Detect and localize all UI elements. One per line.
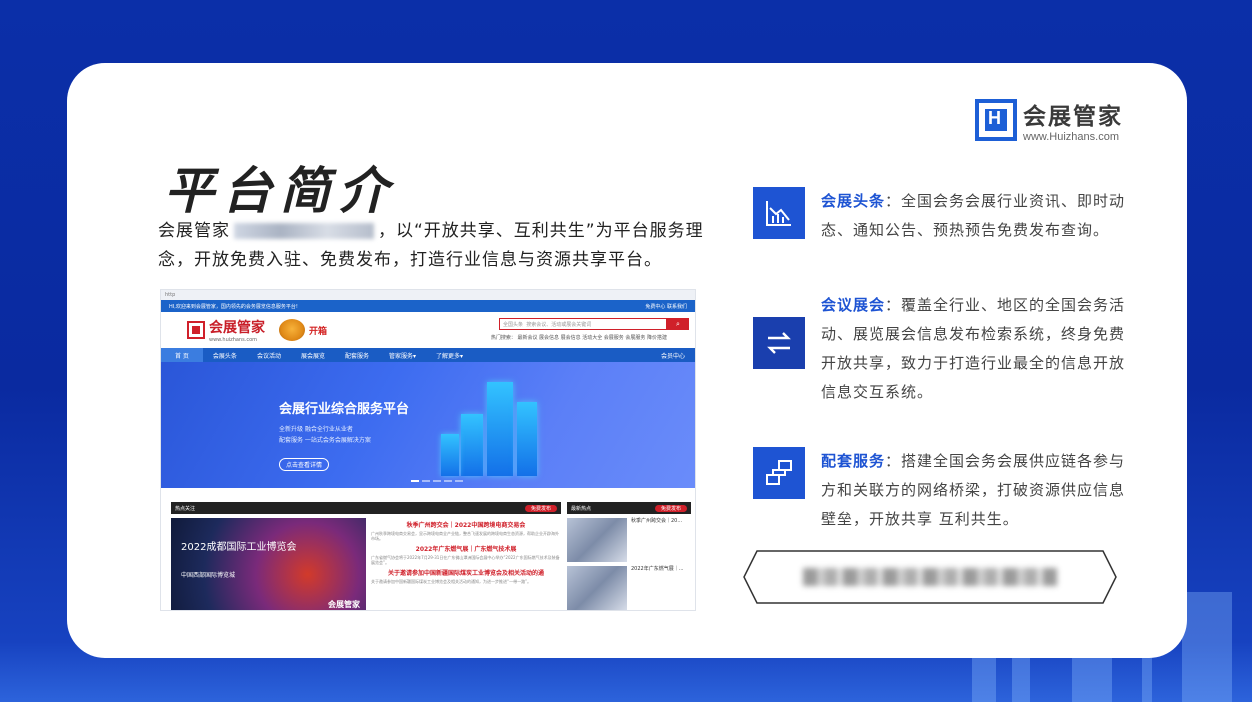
- carousel-dots: [411, 480, 463, 482]
- intro-paragraph: 会展管家 ，以“开放共享、互利共生”为平台服务理念，开放免费入驻、免费发布，打造行…: [158, 217, 708, 275]
- logo-mark-icon: H: [975, 99, 1017, 141]
- network-icon: [753, 447, 805, 499]
- site-nav: 首 页 会展头条 会议活动 展会展览 配套服务 管家服务▾ 了解更多▾ 会员中心: [161, 348, 695, 362]
- redacted-text: [803, 568, 1057, 586]
- topbar-links: 免费中心 联系我们: [645, 303, 687, 310]
- brand-name: 会展管家: [1023, 104, 1123, 130]
- website-screenshot: http HI,欢迎来到会展管家，国内领先的会务展览信息服务平台! 免费中心 联…: [160, 289, 696, 611]
- site-search-input: 全国头条 搜索会议、活动或展会关键词: [499, 318, 667, 330]
- site-header: 会展管家 www.huizhans.com 开箱 全国头条 搜索会议、活动或展会…: [161, 312, 695, 348]
- site-topbar: HI,欢迎来到会展管家，国内领先的会务展览信息服务平台! 免费中心 联系我们: [161, 300, 695, 312]
- topbar-notice: HI,欢迎来到会展管家，国内领先的会务展览信息服务平台!: [169, 303, 298, 310]
- feature-key: 配套服务: [821, 452, 886, 470]
- site-logo-icon: [187, 321, 205, 339]
- feature-headlines: 会展头条：全国会务会展行业资讯、即时动态、通知公告、预热预告免费发布查询。: [753, 187, 1133, 245]
- kaiyun-label: 开箱: [309, 326, 328, 337]
- site-banner: 会展行业综合服务平台 全新升级 融合全行业从业者 配套服务 一站式会务会展解决方…: [161, 362, 695, 488]
- brand-logo: H 会展管家 www.Huizhans.com: [975, 97, 1123, 143]
- redacted-contact-box: [743, 550, 1117, 604]
- tiger-mascot-icon: [279, 319, 305, 341]
- hot-news-section: 热点关注 免费发布 2022成都国际工业博览会 中国西部国际博览城 会展管家 秋…: [171, 502, 561, 610]
- brand-url: www.Huizhans.com: [1023, 131, 1119, 143]
- redacted-url: [234, 223, 374, 239]
- site-search: 全国头条 搜索会议、活动或展会关键词 ⌕: [499, 318, 689, 330]
- news-thumbnail: [567, 566, 627, 610]
- feature-key: 会议展会: [821, 296, 886, 314]
- latest-hot-section: 最新热点 免费发布 秋季广州跨交会｜20... 2022年广东燃气展｜...: [567, 502, 691, 610]
- news-thumbnail: [567, 518, 627, 562]
- news-list: 秋季广州跨交会｜2022中国跨境电商交易会 广州秋季跨境电商交易会，显示跨境电商…: [371, 522, 560, 584]
- slide-card: H 会展管家 www.Huizhans.com 平台简介 会展管家 ，以“开放共享…: [67, 63, 1187, 658]
- expo-image: 2022成都国际工业博览会 中国西部国际博览城 会展管家: [171, 518, 366, 610]
- search-icon: ⌕: [667, 318, 689, 330]
- feature-meetings: 会议展会：覆盖全行业、地区的全国会务活动、展览展会信息发布检索系统，终身免费开放…: [753, 291, 1133, 407]
- chart-icon: [753, 187, 805, 239]
- intro-prefix: 会展管家: [158, 221, 230, 241]
- exchange-icon: [753, 317, 805, 369]
- slide-title: 平台简介: [164, 162, 396, 220]
- feature-key: 会展头条: [821, 192, 886, 210]
- hot-search: 热门搜索： 最新会议 展会信息 展会信息 活动大全 会展服务 会展服务 降价搭建: [490, 335, 667, 341]
- browser-address-bar: http: [161, 290, 695, 300]
- feature-services: 配套服务：搭建全国会务会展供应链各参与方和关联方的网络桥梁，打破资源供应信息壁垒…: [753, 447, 1133, 534]
- site-logo: 会展管家 www.huizhans.com: [187, 317, 265, 343]
